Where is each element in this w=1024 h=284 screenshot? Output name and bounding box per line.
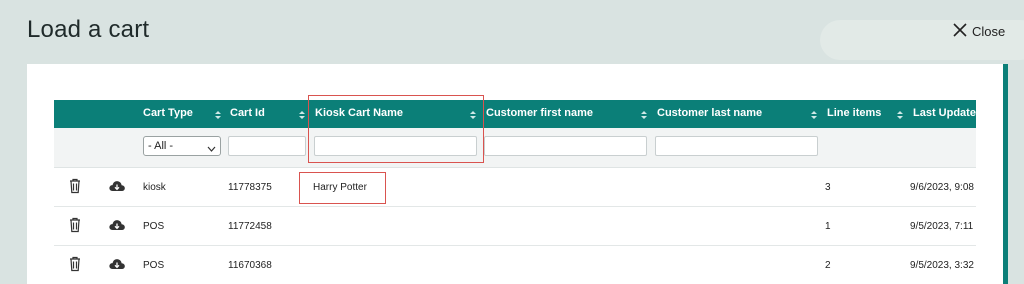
line-items-cell: 1 [825, 221, 831, 232]
customer-first-name-filter-input[interactable] [484, 136, 647, 156]
col-header-cart-id[interactable]: Cart Id [230, 107, 265, 119]
trash-icon[interactable] [68, 178, 82, 194]
line-items-cell: 2 [825, 260, 831, 271]
line-items-cell: 3 [825, 182, 831, 193]
cart-type-filter-select[interactable]: - All - [143, 136, 221, 156]
table-header: Cart Type Cart Id Kiosk Cart Name Custom… [54, 100, 976, 128]
close-button[interactable]: Close [952, 22, 1005, 41]
chevron-down-icon [207, 143, 216, 152]
cart-type-cell: POS [143, 260, 165, 271]
cloud-download-icon[interactable] [108, 217, 126, 233]
trash-icon[interactable] [68, 256, 82, 272]
col-header-customer-first-name[interactable]: Customer first name [486, 107, 593, 119]
cloud-download-icon[interactable] [108, 256, 126, 272]
close-icon [952, 22, 968, 41]
kiosk-cart-name-cell: Harry Potter [313, 182, 367, 193]
cloud-download-icon[interactable] [108, 178, 126, 194]
customer-last-name-filter-input[interactable] [655, 136, 818, 156]
panel-scrollbar[interactable] [1003, 64, 1008, 284]
table-row[interactable]: POS 11772458 1 9/5/2023, 7:11 [54, 207, 976, 246]
dialog-title: Load a cart [27, 16, 150, 43]
carts-table: Cart Type Cart Id Kiosk Cart Name Custom… [54, 100, 976, 284]
filter-row: - All - [54, 128, 976, 168]
sort-icon[interactable] [299, 110, 305, 120]
close-label: Close [972, 24, 1006, 39]
sort-icon[interactable] [215, 110, 221, 120]
table-row[interactable]: kiosk 11778375 Harry Potter 3 9/6/2023, … [54, 168, 976, 207]
cart-id-filter-input[interactable] [228, 136, 306, 156]
last-updated-cell: 9/5/2023, 3:32 [910, 260, 974, 271]
cart-id-cell: 11670368 [228, 260, 272, 271]
sort-icon[interactable] [811, 110, 817, 120]
cart-type-filter-value: - All - [148, 140, 174, 152]
col-header-cart-type[interactable]: Cart Type [143, 107, 193, 119]
cart-id-cell: 11772458 [228, 221, 272, 232]
kiosk-cart-name-filter-input[interactable] [314, 136, 477, 156]
cart-type-cell: kiosk [143, 182, 166, 193]
sort-icon[interactable] [897, 110, 903, 120]
col-header-kiosk-cart-name[interactable]: Kiosk Cart Name [315, 107, 403, 119]
col-header-customer-last-name[interactable]: Customer last name [657, 107, 762, 119]
sort-icon[interactable] [470, 110, 476, 120]
col-header-last-updated[interactable]: Last Updated [913, 107, 976, 119]
last-updated-cell: 9/6/2023, 9:08 [910, 182, 974, 193]
sort-icon[interactable] [641, 110, 647, 120]
cart-id-cell: 11778375 [228, 182, 272, 193]
trash-icon[interactable] [68, 217, 82, 233]
table-row[interactable]: POS 11670368 2 9/5/2023, 3:32 [54, 246, 976, 284]
last-updated-cell: 9/5/2023, 7:11 [910, 221, 974, 232]
col-header-line-items[interactable]: Line items [827, 107, 881, 119]
cart-type-cell: POS [143, 221, 165, 232]
